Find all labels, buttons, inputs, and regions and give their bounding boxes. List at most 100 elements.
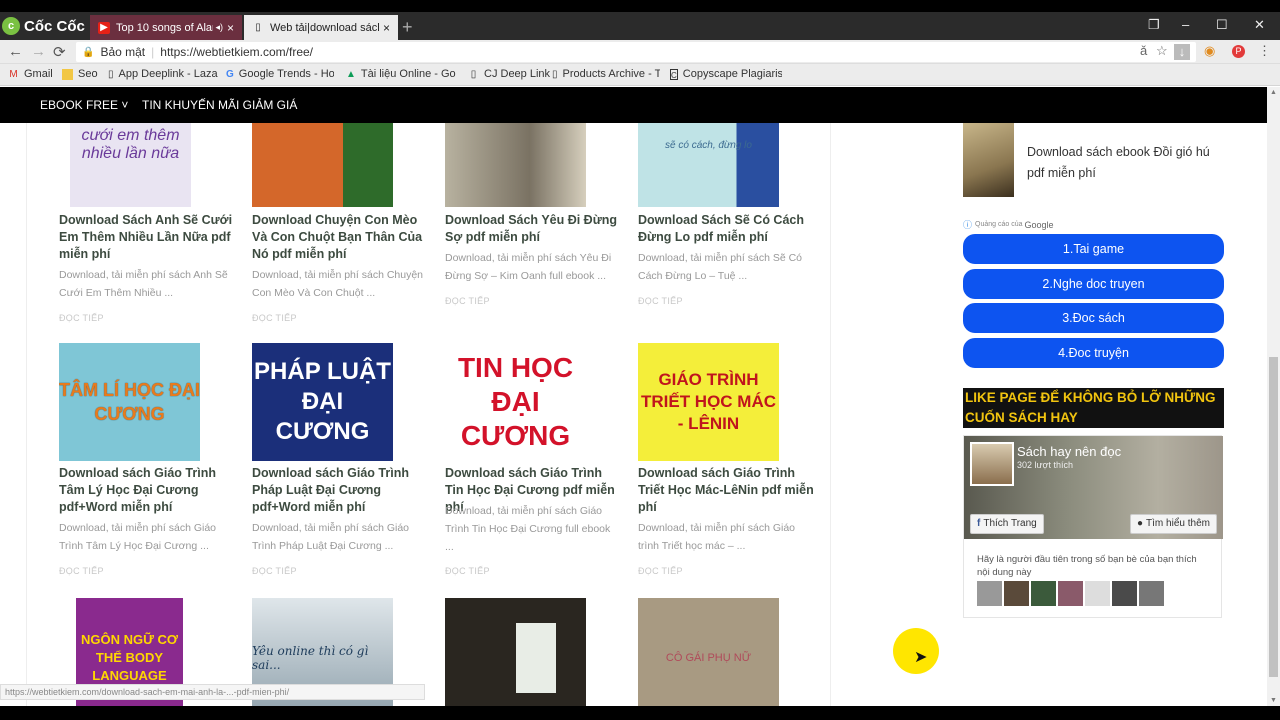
book-cover[interactable]: cưới em thêm nhiều lần nữa [70,123,191,207]
translate-icon[interactable]: ǎ [1140,43,1147,58]
post-title[interactable]: Download Sách Sẽ Có Cách Đừng Lo pdf miễ… [638,212,814,246]
book-cover[interactable]: CÔ GÁI PHỤ NỮ [638,598,779,706]
read-more-link[interactable]: ĐỌC TIẾP [445,566,490,576]
post-title[interactable]: Download Sách Yêu Đi Đừng Sợ pdf miễn ph… [445,212,621,246]
cover-text: GIÁO TRÌNH TRIẾT HỌC MÁC - LÊNIN [640,370,777,433]
avatar[interactable] [1031,581,1056,606]
post-excerpt: Download, tải miễn phí sách Anh Sẽ Cưới … [59,269,228,299]
cover-text: TIN HỌC ĐẠI CƯƠNG [457,352,574,451]
post-title[interactable]: Download sách Giáo Trình Pháp Luật Đại C… [252,465,428,516]
bookmark-copyscape[interactable]: C Copyscape Plagiarism [670,68,782,80]
fb-page-avatar[interactable] [970,442,1014,486]
book-cover[interactable]: sẽ có cách, đừng lo [638,123,779,207]
ad-label: ⓘ Quảng cáo của Google [963,218,1054,231]
bookmark-google-trends[interactable]: G Google Trends - Hot [226,68,334,80]
nav-promo[interactable]: TIN KHUYẾN MÃI GIẢM GIÁ [142,98,297,112]
coccoc-logo-icon: c [2,17,20,35]
read-more-link[interactable]: ĐỌC TIẾP [638,566,683,576]
avatar[interactable] [977,581,1002,606]
bookmark-label: CJ Deep Link [484,68,551,80]
divider: | [151,45,155,59]
read-more-link[interactable]: ĐỌC TIẾP [59,313,104,323]
download-icon[interactable]: ↓ [1174,44,1190,60]
fb-cover-photo[interactable]: Sách hay nên đọc 302 lượt thích f Thích T… [964,436,1223,539]
link-status-bar: https://webtietkiem.com/download-sach-em… [0,684,425,700]
bookmark-tai-lieu[interactable]: ▲ Tài liệu Online - Goo [346,68,456,80]
ad-button[interactable]: 1.Tai game [963,234,1224,264]
fb-like-button[interactable]: f Thích Trang [970,514,1044,534]
minimize-button[interactable]: – [1182,17,1189,32]
fb-page-name[interactable]: Sách hay nên đọc [1017,444,1121,459]
new-tab-button[interactable]: + [402,17,413,38]
post-title[interactable]: Download sách Giáo Trình Triết Học Mác-L… [638,465,814,516]
bookmark-seo[interactable]: Seo [62,68,98,80]
browser-logo[interactable]: c Cốc Cốc [2,15,85,37]
url-input[interactable]: 🔒 Bảo mật | https://webtietkiem.com/free… [76,42,1196,62]
book-cover[interactable]: GIÁO TRÌNH TRIẾT HỌC MÁC - LÊNIN [638,343,779,461]
restore-icon[interactable]: ❐ [1148,17,1160,33]
ad-button[interactable]: 2.Nghe doc truyen [963,269,1224,299]
recent-post-title[interactable]: Download sách ebook Đồi gió hú pdf miễn … [1027,142,1227,184]
site-nav: EBOOK FREE ˅ TIN KHUYẾN MÃI GIẢM GIÁ [0,87,1267,123]
ad-button[interactable]: 3.Đoc sách [963,303,1224,333]
read-more-link[interactable]: ĐỌC TIẾP [252,566,297,576]
reload-button[interactable]: ⟳ [53,43,66,61]
tab-webtietkiem[interactable]: ▯ Web tải|download sách|e × [244,15,398,40]
scroll-up-icon[interactable]: ▲ [1270,89,1277,96]
address-bar: ← → ⟳ 🔒 Bảo mật | https://webtietkiem.co… [0,40,1280,64]
page-icon: ▯ [108,68,114,80]
bookmark-star-icon[interactable]: ☆ [1156,43,1168,59]
divider [26,123,27,706]
read-more-link[interactable]: ĐỌC TIẾP [638,296,683,306]
maximize-button[interactable]: ☐ [1216,17,1228,33]
book-cover[interactable] [445,123,586,207]
scroll-thumb[interactable] [1269,357,1278,677]
book-cover[interactable]: PHÁP LUẬT ĐẠI CƯƠNG [252,343,393,461]
avatar[interactable] [1058,581,1083,606]
pinterest-icon[interactable]: P [1232,45,1245,58]
avatar[interactable] [1004,581,1029,606]
forward-button[interactable]: → [31,43,46,60]
back-button[interactable]: ← [8,43,23,60]
bookmark-app-deeplink[interactable]: ▯ App Deeplink - Lazac [108,68,218,80]
page-scrollbar[interactable]: ▲ ▼ [1267,87,1280,706]
page-icon: ▯ [255,21,261,33]
speaker-icon: ◂) [215,22,223,32]
post-title[interactable]: Download sách Giáo Trình Tâm Lý Học Đại … [59,465,235,516]
fb-like-count: 302 lượt thích [1017,460,1073,470]
close-window-button[interactable]: ✕ [1254,17,1265,33]
recent-post-thumbnail[interactable] [963,123,1014,197]
close-tab-icon[interactable]: × [227,21,234,35]
tab-youtube[interactable]: ▶ Top 10 songs of Alan W ◂) × [90,15,242,40]
close-tab-icon[interactable]: × [383,21,390,35]
post-excerpt: Download, tải miễn phí sách Giáo Trình T… [445,505,611,553]
book-cover[interactable] [252,123,393,207]
extension-icon[interactable]: ◉ [1204,43,1215,59]
bookmark-label: Products Archive - Tl [562,68,660,80]
avatar[interactable] [1085,581,1110,606]
page-icon: ▯ [552,68,558,80]
read-more-link[interactable]: ĐỌC TIẾP [59,566,104,576]
scroll-down-icon[interactable]: ▼ [1270,697,1277,704]
avatar[interactable] [1139,581,1164,606]
fb-learn-more-button[interactable]: ● Tìm hiểu thêm [1130,514,1217,534]
nav-ebook-free[interactable]: EBOOK FREE ˅ [40,98,128,112]
book-cover[interactable] [445,598,586,706]
bookmark-cj-deep-link[interactable]: ▯ CJ Deep Link [468,68,550,80]
bookmark-label: Google Trends - Hot [238,68,334,80]
read-more-link[interactable]: ĐỌC TIẾP [445,296,490,306]
bookmark-label: Copyscape Plagiarism [682,68,782,80]
post-title[interactable]: Download Chuyện Con Mèo Và Con Chuột Bạn… [252,212,428,263]
book-cover[interactable]: TÂM LÍ HỌC ĐẠI CƯƠNG [59,343,200,461]
google-icon: G [226,68,234,80]
bookmark-gmail[interactable]: M Gmail [8,68,52,80]
ad-button[interactable]: 4.Đoc truyện [963,338,1224,368]
read-more-link[interactable]: ĐỌC TIẾP [252,313,297,323]
post-title[interactable]: Download Sách Anh Sẽ Cưới Em Thêm Nhiều … [59,212,235,263]
bookmark-products-archive[interactable]: ▯ Products Archive - Tl [552,68,660,80]
url-text: https://webtietkiem.com/free/ [160,45,314,59]
avatar[interactable] [1112,581,1137,606]
book-cover[interactable]: TIN HỌC ĐẠI CƯƠNG [445,343,586,461]
menu-icon[interactable]: ⋮ [1258,43,1271,59]
gmail-icon: M [9,68,18,80]
